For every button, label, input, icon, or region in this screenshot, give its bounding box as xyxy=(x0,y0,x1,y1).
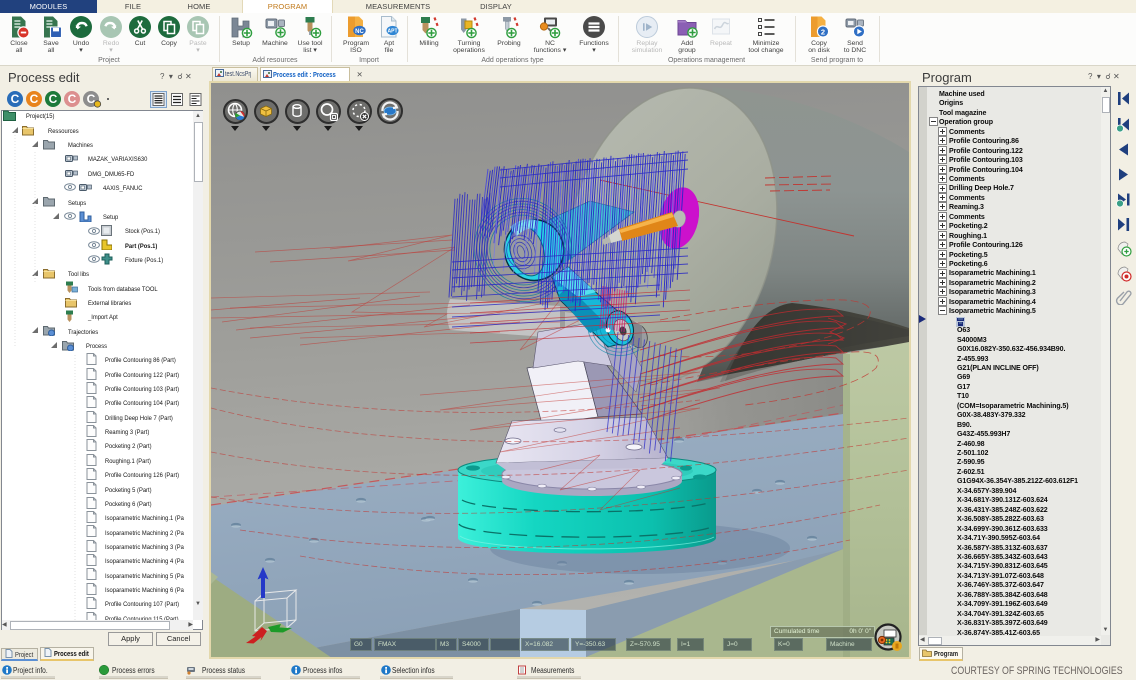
svg-text:C: C xyxy=(30,92,39,106)
svg-text:C: C xyxy=(49,92,58,106)
svg-text:C: C xyxy=(68,92,77,106)
svg-text:C: C xyxy=(11,92,20,106)
